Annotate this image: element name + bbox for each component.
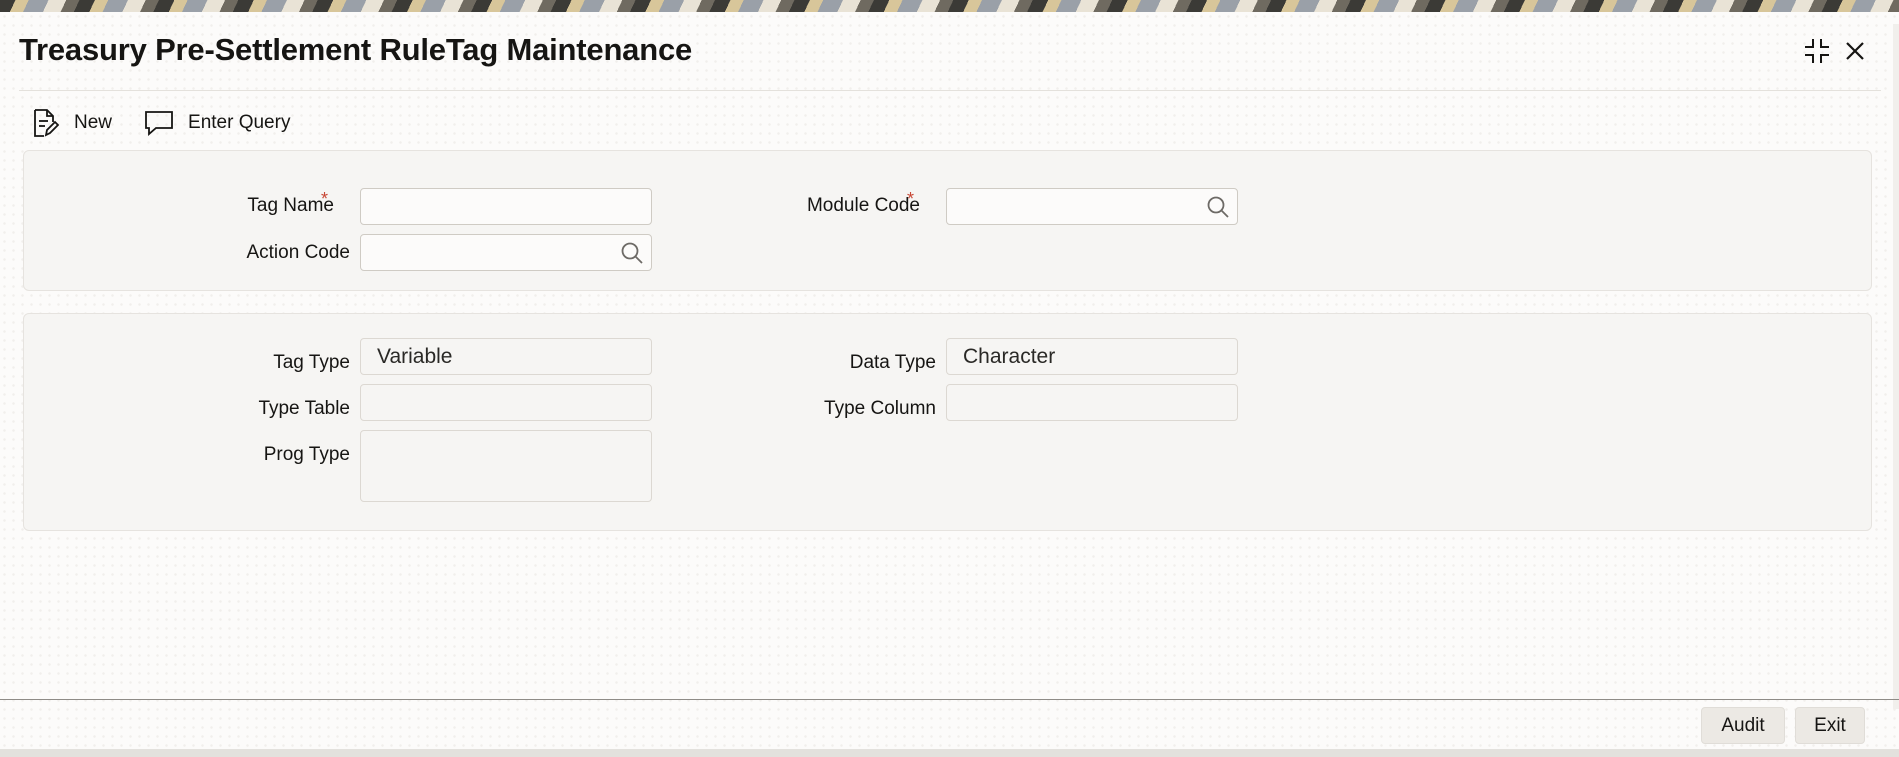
module-code-input[interactable] — [946, 188, 1238, 225]
title-divider — [19, 90, 1881, 91]
exit-button[interactable]: Exit — [1795, 707, 1865, 744]
data-type-field: Character — [946, 338, 1238, 375]
tag-name-label: Tag Name — [247, 195, 334, 216]
data-type-label: Data Type — [849, 352, 936, 373]
audit-button[interactable]: Audit — [1701, 707, 1785, 744]
detail-section-panel: Tag Type Variable Data Type Character Ty… — [23, 313, 1872, 531]
toolbar: New Enter Query — [30, 104, 322, 142]
chat-bubble-icon — [144, 108, 174, 138]
prog-type-label: Prog Type — [263, 444, 350, 465]
new-button[interactable]: New — [30, 108, 112, 138]
collapse-icon[interactable] — [1800, 34, 1834, 68]
header-section-panel: Tag Name * Module Code * Action Code — [23, 150, 1872, 291]
enter-query-label: Enter Query — [188, 112, 291, 133]
top-decorative-banner — [0, 0, 1899, 12]
tag-name-input[interactable] — [360, 188, 652, 225]
vertical-scrollbar[interactable] — [1893, 24, 1899, 709]
page-title: Treasury Pre-Settlement RuleTag Maintena… — [19, 32, 693, 67]
search-icon[interactable] — [1205, 194, 1231, 220]
action-code-label: Action Code — [246, 242, 350, 263]
type-column-label: Type Column — [824, 398, 936, 419]
bottom-bar — [0, 749, 1899, 757]
type-column-field — [946, 384, 1238, 421]
prog-type-textarea — [360, 430, 652, 502]
action-code-input[interactable] — [360, 234, 652, 271]
tag-type-label: Tag Type — [273, 352, 350, 373]
enter-query-button[interactable]: Enter Query — [144, 108, 290, 138]
module-code-label: Module Code — [806, 195, 920, 216]
search-icon[interactable] — [619, 240, 645, 266]
form-window: Treasury Pre-Settlement RuleTag Maintena… — [0, 12, 1899, 757]
tag-name-required-marker: * — [321, 189, 329, 209]
module-code-required-marker: * — [907, 189, 915, 209]
tag-type-field: Variable — [360, 338, 652, 375]
type-table-field — [360, 384, 652, 421]
close-icon[interactable] — [1838, 34, 1872, 68]
document-edit-icon — [30, 108, 60, 138]
type-table-label: Type Table — [258, 398, 350, 419]
footer-divider — [0, 699, 1899, 700]
new-label: New — [74, 112, 113, 133]
